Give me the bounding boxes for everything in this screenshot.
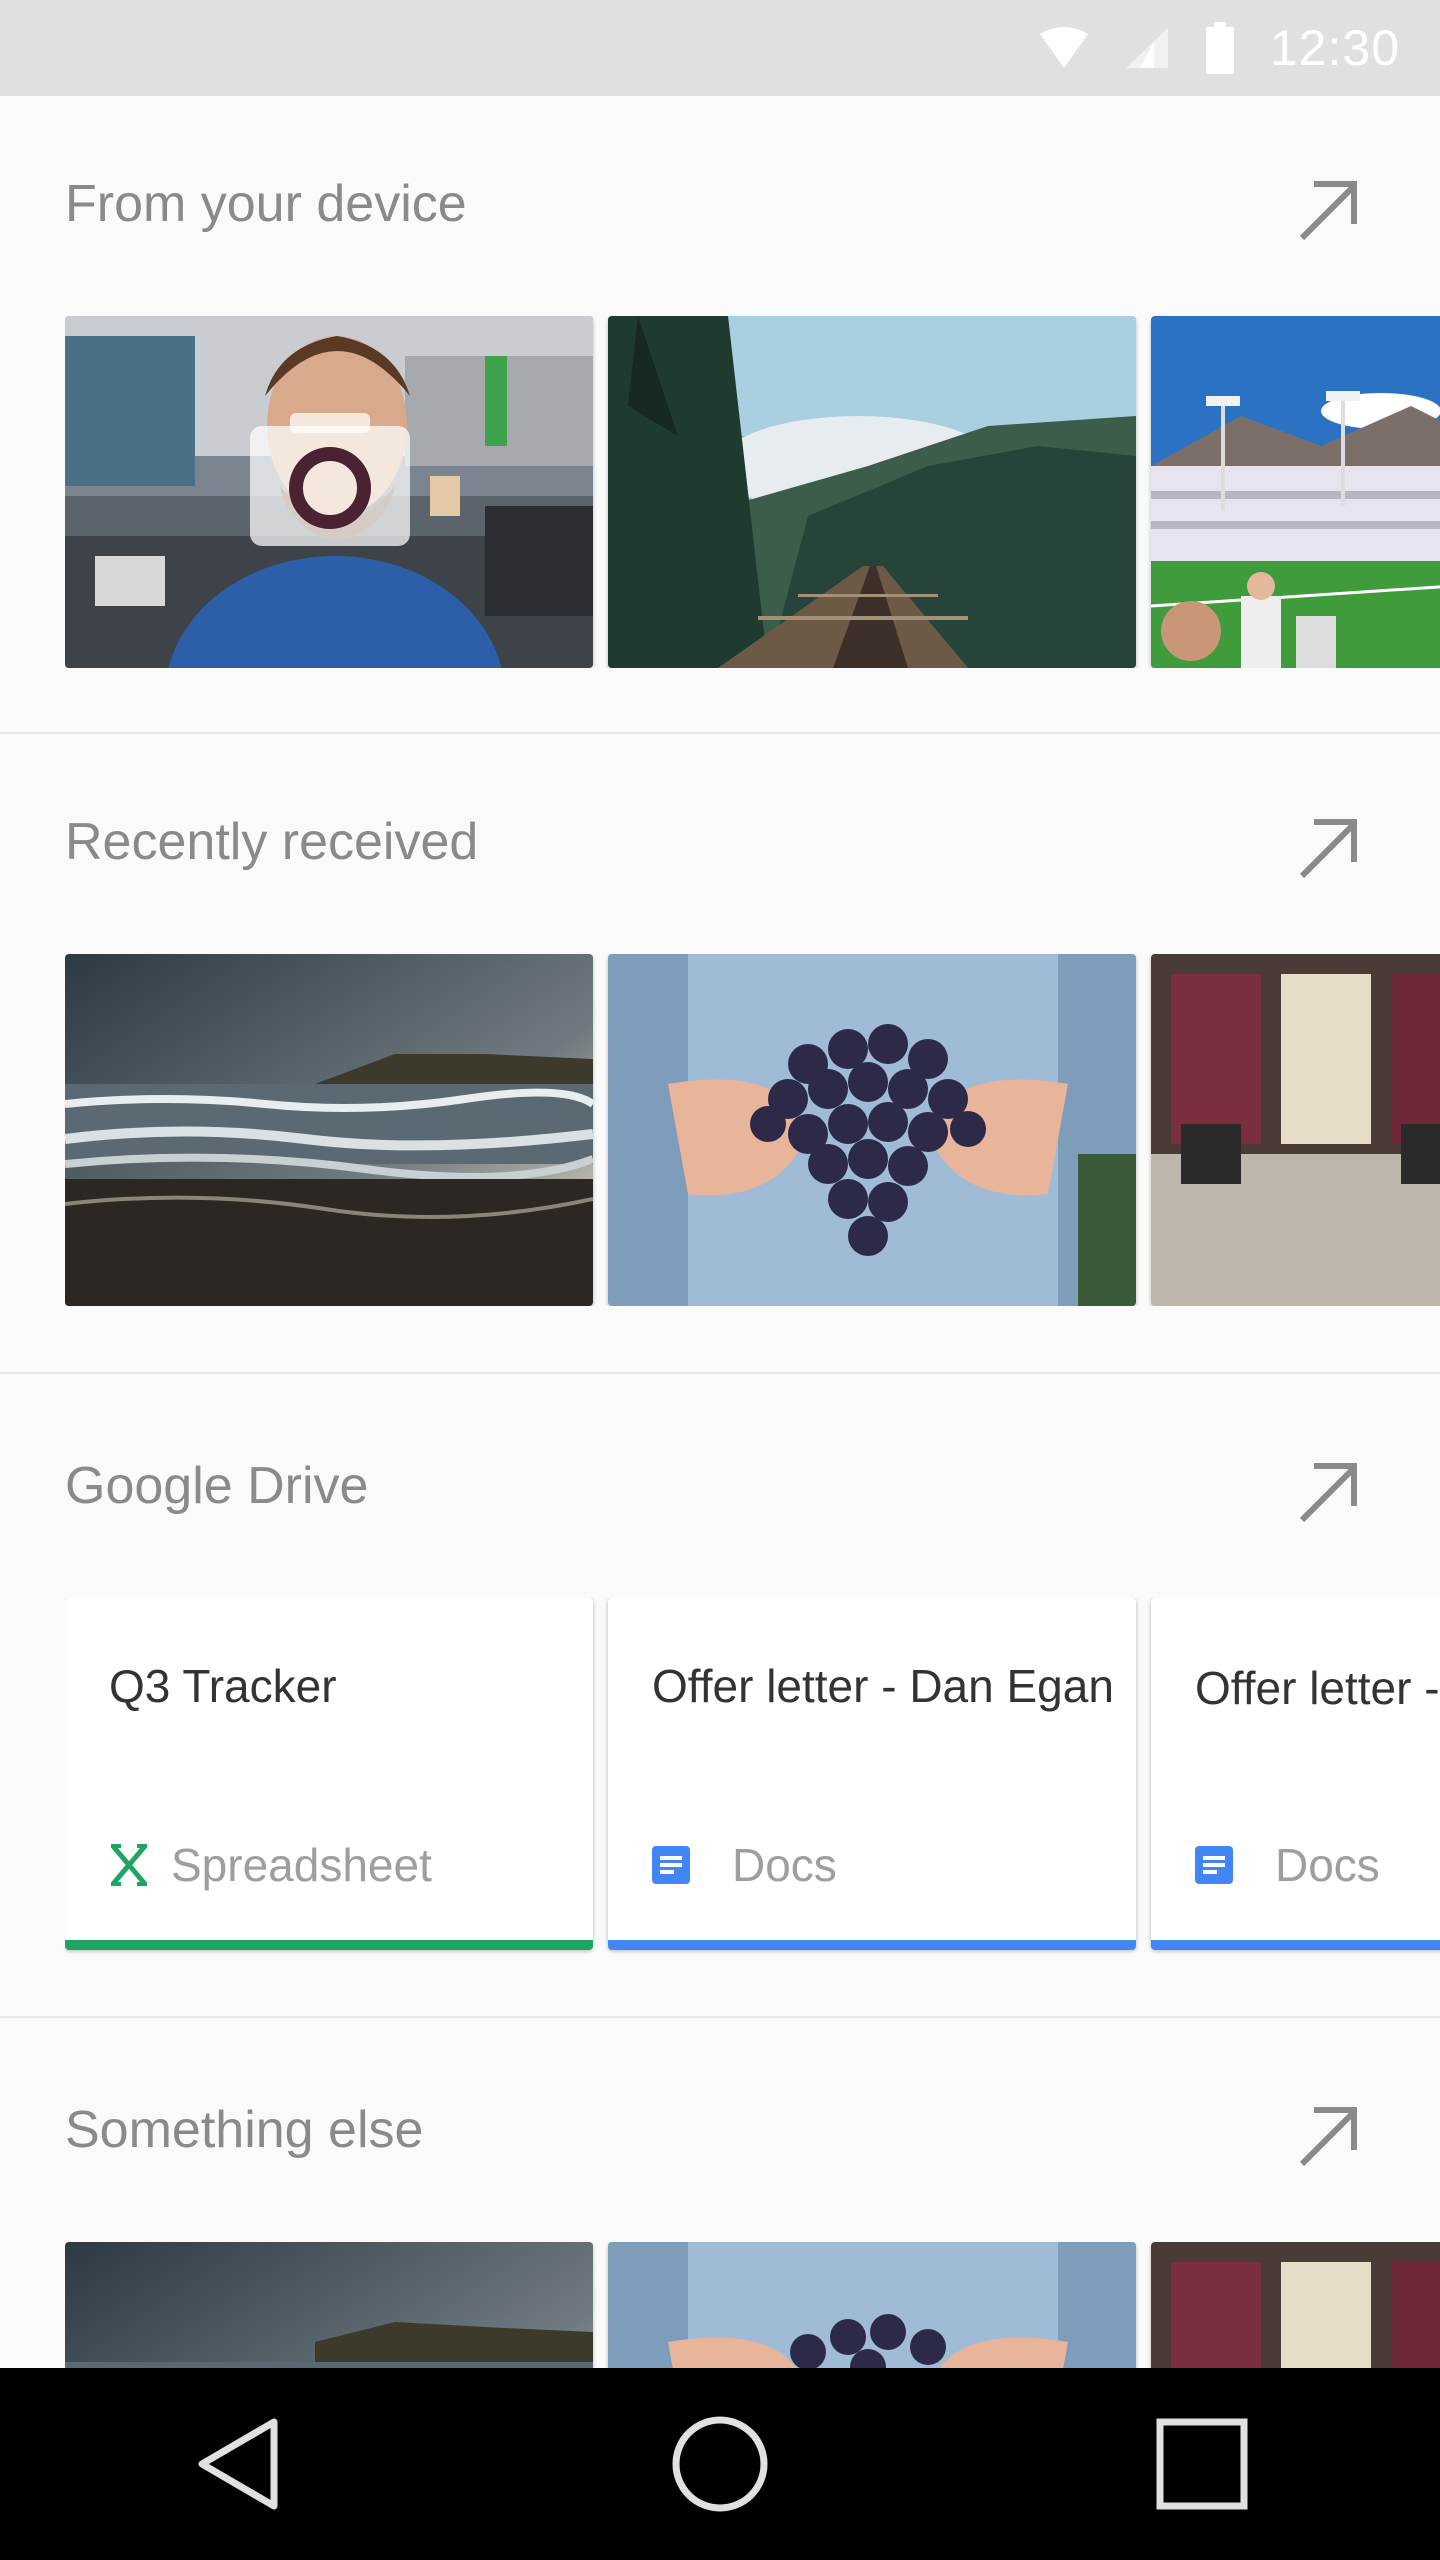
drive-card[interactable]: Offer letter - Dan Egan Docs xyxy=(608,1598,1136,1950)
locker-room-photo[interactable] xyxy=(1151,2242,1440,2368)
home-icon[interactable] xyxy=(670,2414,770,2514)
battery-icon xyxy=(1205,22,1234,74)
card-title: Offer letter - Dan Egan xyxy=(652,1660,1114,1712)
docs-icon xyxy=(652,1846,690,1884)
section-something-else: Something else xyxy=(0,2018,1440,2368)
card-type-label: Docs xyxy=(1275,1839,1380,1891)
section-google-drive: Google Drive Q3 Tracker Spreadsheet Offe… xyxy=(0,1374,1440,2018)
stadium-photo[interactable] xyxy=(1151,316,1440,668)
card-title: Offer letter - Jo Smith xyxy=(1195,1662,1440,1714)
camera-tile[interactable] xyxy=(65,316,593,668)
card-title: Q3 Tracker xyxy=(109,1660,337,1712)
section-title: Recently received xyxy=(65,813,479,871)
sheets-icon xyxy=(111,1844,147,1886)
drive-card[interactable]: Offer letter - Jo Smith Docs xyxy=(1151,1598,1440,1950)
section-from-device: From your device xyxy=(0,96,1440,734)
section-title: From your device xyxy=(65,175,467,233)
card-type-label: Spreadsheet xyxy=(171,1839,432,1891)
beach-photo[interactable] xyxy=(65,2242,593,2368)
card-type: Docs xyxy=(1195,1838,1380,1892)
photo-row xyxy=(65,954,1440,1306)
drive-card[interactable]: Q3 Tracker Spreadsheet xyxy=(65,1598,593,1950)
card-type: Docs xyxy=(652,1838,837,1892)
card-accent-bar xyxy=(65,1940,593,1950)
docs-icon xyxy=(1195,1846,1233,1884)
card-type-label: Docs xyxy=(732,1839,837,1891)
beach-photo[interactable] xyxy=(65,954,593,1306)
wifi-icon xyxy=(1039,27,1088,68)
section-title: Google Drive xyxy=(65,1457,369,1515)
back-icon[interactable] xyxy=(190,2414,290,2514)
card-accent-bar xyxy=(1151,1940,1440,1950)
arrow-up-right-icon[interactable] xyxy=(1292,812,1364,884)
photo-row xyxy=(65,2242,1440,2368)
drive-card-row: Q3 Tracker Spreadsheet Offer letter - Da… xyxy=(65,1598,1440,1954)
arrow-up-right-icon[interactable] xyxy=(1292,174,1364,246)
section-title: Something else xyxy=(65,2101,424,2159)
card-accent-bar xyxy=(608,1940,1136,1950)
status-bar: 12:30 xyxy=(0,0,1440,96)
locker-room-photo[interactable] xyxy=(1151,954,1440,1306)
photo-row xyxy=(65,316,1440,668)
section-recently-received: Recently received xyxy=(0,734,1440,1374)
card-type: Spreadsheet xyxy=(109,1838,432,1892)
recents-icon[interactable] xyxy=(1152,2414,1252,2514)
grapes-photo[interactable] xyxy=(608,2242,1136,2368)
navigation-bar xyxy=(0,2368,1440,2560)
arrow-up-right-icon[interactable] xyxy=(1292,2100,1364,2172)
arrow-up-right-icon[interactable] xyxy=(1292,1456,1364,1528)
status-time: 12:30 xyxy=(1269,20,1400,76)
status-icons: 12:30 xyxy=(1038,0,1400,96)
signal-icon xyxy=(1125,28,1168,68)
railroad-forest-photo[interactable] xyxy=(608,316,1136,668)
grapes-photo[interactable] xyxy=(608,954,1136,1306)
